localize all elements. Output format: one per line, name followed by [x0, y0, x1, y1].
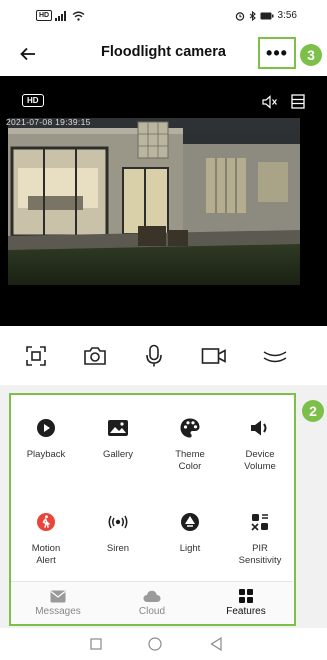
camera-feed-image [8, 118, 300, 285]
record-button[interactable] [194, 336, 234, 376]
feature-label: Siren [106, 543, 130, 554]
signal-icon [55, 10, 67, 21]
feature-siren[interactable]: Siren [83, 509, 153, 555]
video-player[interactable]: HD 2021-07-08 19:39:15 [0, 76, 327, 326]
back-nav-button[interactable] [204, 634, 228, 654]
circle-icon [148, 637, 162, 651]
volume-icon [251, 420, 267, 436]
cloud-icon [143, 590, 161, 602]
feature-device-volume[interactable]: Device Volume [225, 415, 295, 473]
callout-badge-2: 2 [302, 400, 324, 422]
tab-messages[interactable]: Messages [11, 582, 105, 624]
messages-icon [50, 590, 66, 602]
palette-icon [180, 418, 200, 438]
tab-cloud[interactable]: Cloud [105, 582, 199, 624]
camera-button[interactable] [75, 336, 115, 376]
wifi-icon [72, 11, 85, 21]
feature-motion-alert[interactable]: Motion Alert [11, 509, 81, 567]
feature-label: PIR Sensitivity [238, 543, 282, 566]
feature-label: Gallery [102, 449, 134, 460]
light-icon [181, 513, 199, 531]
video-timestamp: 2021-07-08 19:39:15 [6, 117, 91, 127]
feature-label: Theme Color [175, 449, 205, 472]
callout-badge-3: 3 [300, 44, 322, 66]
tab-label: Features [226, 606, 266, 617]
alarm-icon [235, 11, 244, 21]
camera-controls [0, 336, 327, 376]
microphone-button[interactable] [134, 336, 174, 376]
feature-label: Device Volume [244, 449, 276, 472]
status-right-icons: 3:56 [235, 10, 297, 21]
menu-list-icon[interactable] [291, 94, 305, 109]
square-icon [90, 638, 102, 650]
triangle-back-icon [210, 637, 222, 651]
siren-icon [108, 515, 128, 529]
feature-label: Motion Alert [31, 543, 61, 566]
feature-label: Light [179, 543, 201, 554]
status-left-icons: HD [36, 10, 85, 21]
microphone-icon [146, 344, 162, 367]
recent-apps-button[interactable] [84, 634, 108, 654]
feature-pir-sensitivity[interactable]: PIR Sensitivity [225, 509, 295, 567]
tab-label: Messages [35, 605, 81, 617]
speaker-mute-icon[interactable] [262, 95, 278, 109]
tab-label: Cloud [138, 605, 166, 617]
pir-sensitivity-icon [251, 514, 268, 531]
more-options-button[interactable]: ••• [258, 37, 296, 69]
features-grid-icon [239, 589, 253, 603]
home-button[interactable] [143, 634, 167, 654]
status-time: 3:56 [277, 10, 297, 21]
gallery-icon [108, 420, 128, 436]
feature-panel: Playback Gallery Theme Color Device Volu… [9, 393, 296, 626]
feature-theme-color[interactable]: Theme Color [155, 415, 225, 473]
bottom-tab-bar: Messages Cloud Features [11, 581, 293, 624]
hd-quality-toggle[interactable]: HD [22, 94, 44, 107]
feature-playback[interactable]: Playback [11, 415, 81, 461]
screenshot-button[interactable] [16, 336, 56, 376]
feature-light[interactable]: Light [155, 509, 225, 555]
collapse-button[interactable] [255, 336, 295, 376]
collapse-icon [263, 351, 287, 363]
system-navigation-bar [0, 628, 327, 660]
camera-icon [84, 347, 106, 365]
status-bar: HD 3:56 [0, 0, 327, 34]
battery-icon [260, 12, 274, 19]
feature-gallery[interactable]: Gallery [83, 415, 153, 461]
feature-label: Playback [26, 449, 66, 460]
playback-icon [37, 419, 55, 437]
screenshot-icon [26, 346, 46, 366]
motion-alert-icon [37, 513, 55, 531]
tab-features[interactable]: Features [199, 582, 293, 624]
hd-voice-icon: HD [36, 10, 53, 21]
bluetooth-icon [249, 10, 256, 21]
record-icon [201, 348, 226, 364]
